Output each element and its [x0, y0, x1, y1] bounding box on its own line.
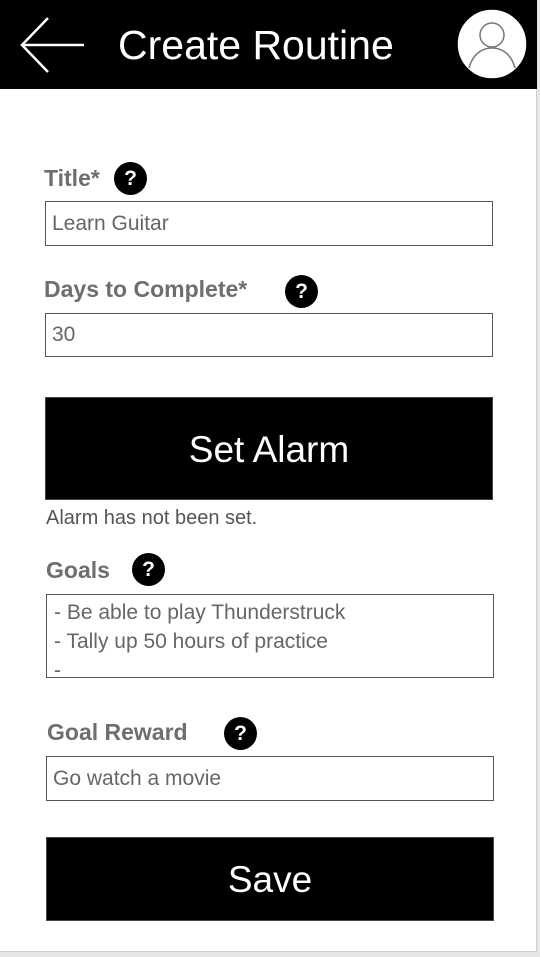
goal-reward-input[interactable]: Go watch a movie	[46, 756, 494, 801]
goals-line: - Tally up 50 hours of practice	[54, 630, 328, 653]
back-button[interactable]	[14, 14, 90, 76]
goal-reward-help-icon[interactable]: ?	[224, 717, 257, 750]
title-label: Title*	[44, 165, 100, 191]
title-input[interactable]: Learn Guitar	[45, 201, 493, 246]
page-title: Create Routine	[118, 22, 394, 68]
profile-avatar-button[interactable]	[456, 8, 528, 80]
days-help-icon[interactable]: ?	[285, 275, 318, 308]
title-help-icon[interactable]: ?	[114, 162, 147, 195]
save-button[interactable]: Save	[46, 837, 494, 921]
goals-line: -	[54, 659, 61, 678]
alarm-status-text: Alarm has not been set.	[46, 507, 258, 529]
goal-reward-label: Goal Reward	[47, 719, 188, 745]
goals-line: - Be able to play Thunderstruck	[54, 601, 346, 624]
title-input-value: Learn Guitar	[52, 211, 169, 235]
app-header: Create Routine	[0, 0, 537, 89]
phone-screen: Create Routine Title* ? Learn Guitar Day…	[0, 0, 537, 952]
goal-reward-input-value: Go watch a movie	[53, 766, 222, 790]
days-input-value: 30	[52, 323, 76, 346]
arrow-left-icon	[20, 17, 84, 73]
days-label: Days to Complete*	[44, 276, 248, 302]
user-avatar-icon	[456, 8, 528, 80]
set-alarm-button[interactable]: Set Alarm	[45, 397, 493, 500]
goals-label: Goals	[46, 557, 110, 583]
days-input[interactable]: 30	[45, 313, 493, 357]
goals-textarea[interactable]: - Be able to play Thunderstruck - Tally …	[46, 594, 494, 678]
goals-help-icon[interactable]: ?	[132, 553, 165, 586]
